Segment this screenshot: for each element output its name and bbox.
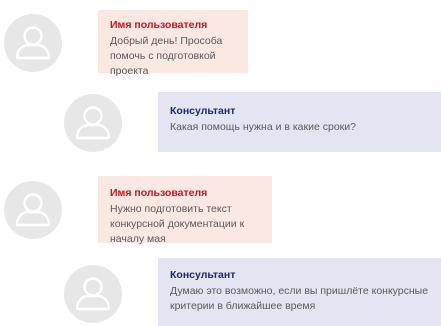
chat-thread: Имя пользователя Добрый день! Прособа по… xyxy=(0,0,441,326)
avatar xyxy=(64,265,122,323)
message-text: Какая помощь нужна и в какие сроки? xyxy=(170,121,356,133)
message-bubble: Консультант Думаю это возможно, если вы … xyxy=(158,258,441,326)
message-author: Имя пользователя xyxy=(110,187,208,199)
message-author: Консультант xyxy=(170,105,236,117)
message-bubble: Имя пользователя Добрый день! Прособа по… xyxy=(98,10,248,77)
avatar xyxy=(4,181,62,239)
user-silhouette-icon xyxy=(75,106,111,140)
message-bubble: Консультант Какая помощь нужна и в какие… xyxy=(158,92,441,152)
user-silhouette-icon xyxy=(15,26,51,60)
message-author: Имя пользователя xyxy=(110,19,208,31)
message-bubble: Имя пользователя Нужно подготовить текст… xyxy=(98,176,272,245)
user-silhouette-icon xyxy=(15,193,51,227)
avatar xyxy=(64,94,122,152)
message-text: Нужно подготовить текст конкурсной докум… xyxy=(110,203,245,245)
message-text: Добрый день! Прособа помочь с подготовко… xyxy=(110,35,223,77)
message-author: Консультант xyxy=(170,269,236,281)
message-text: Думаю это возможно, если вы пришлёте кон… xyxy=(170,285,429,312)
user-silhouette-icon xyxy=(75,277,111,311)
avatar xyxy=(4,14,62,72)
